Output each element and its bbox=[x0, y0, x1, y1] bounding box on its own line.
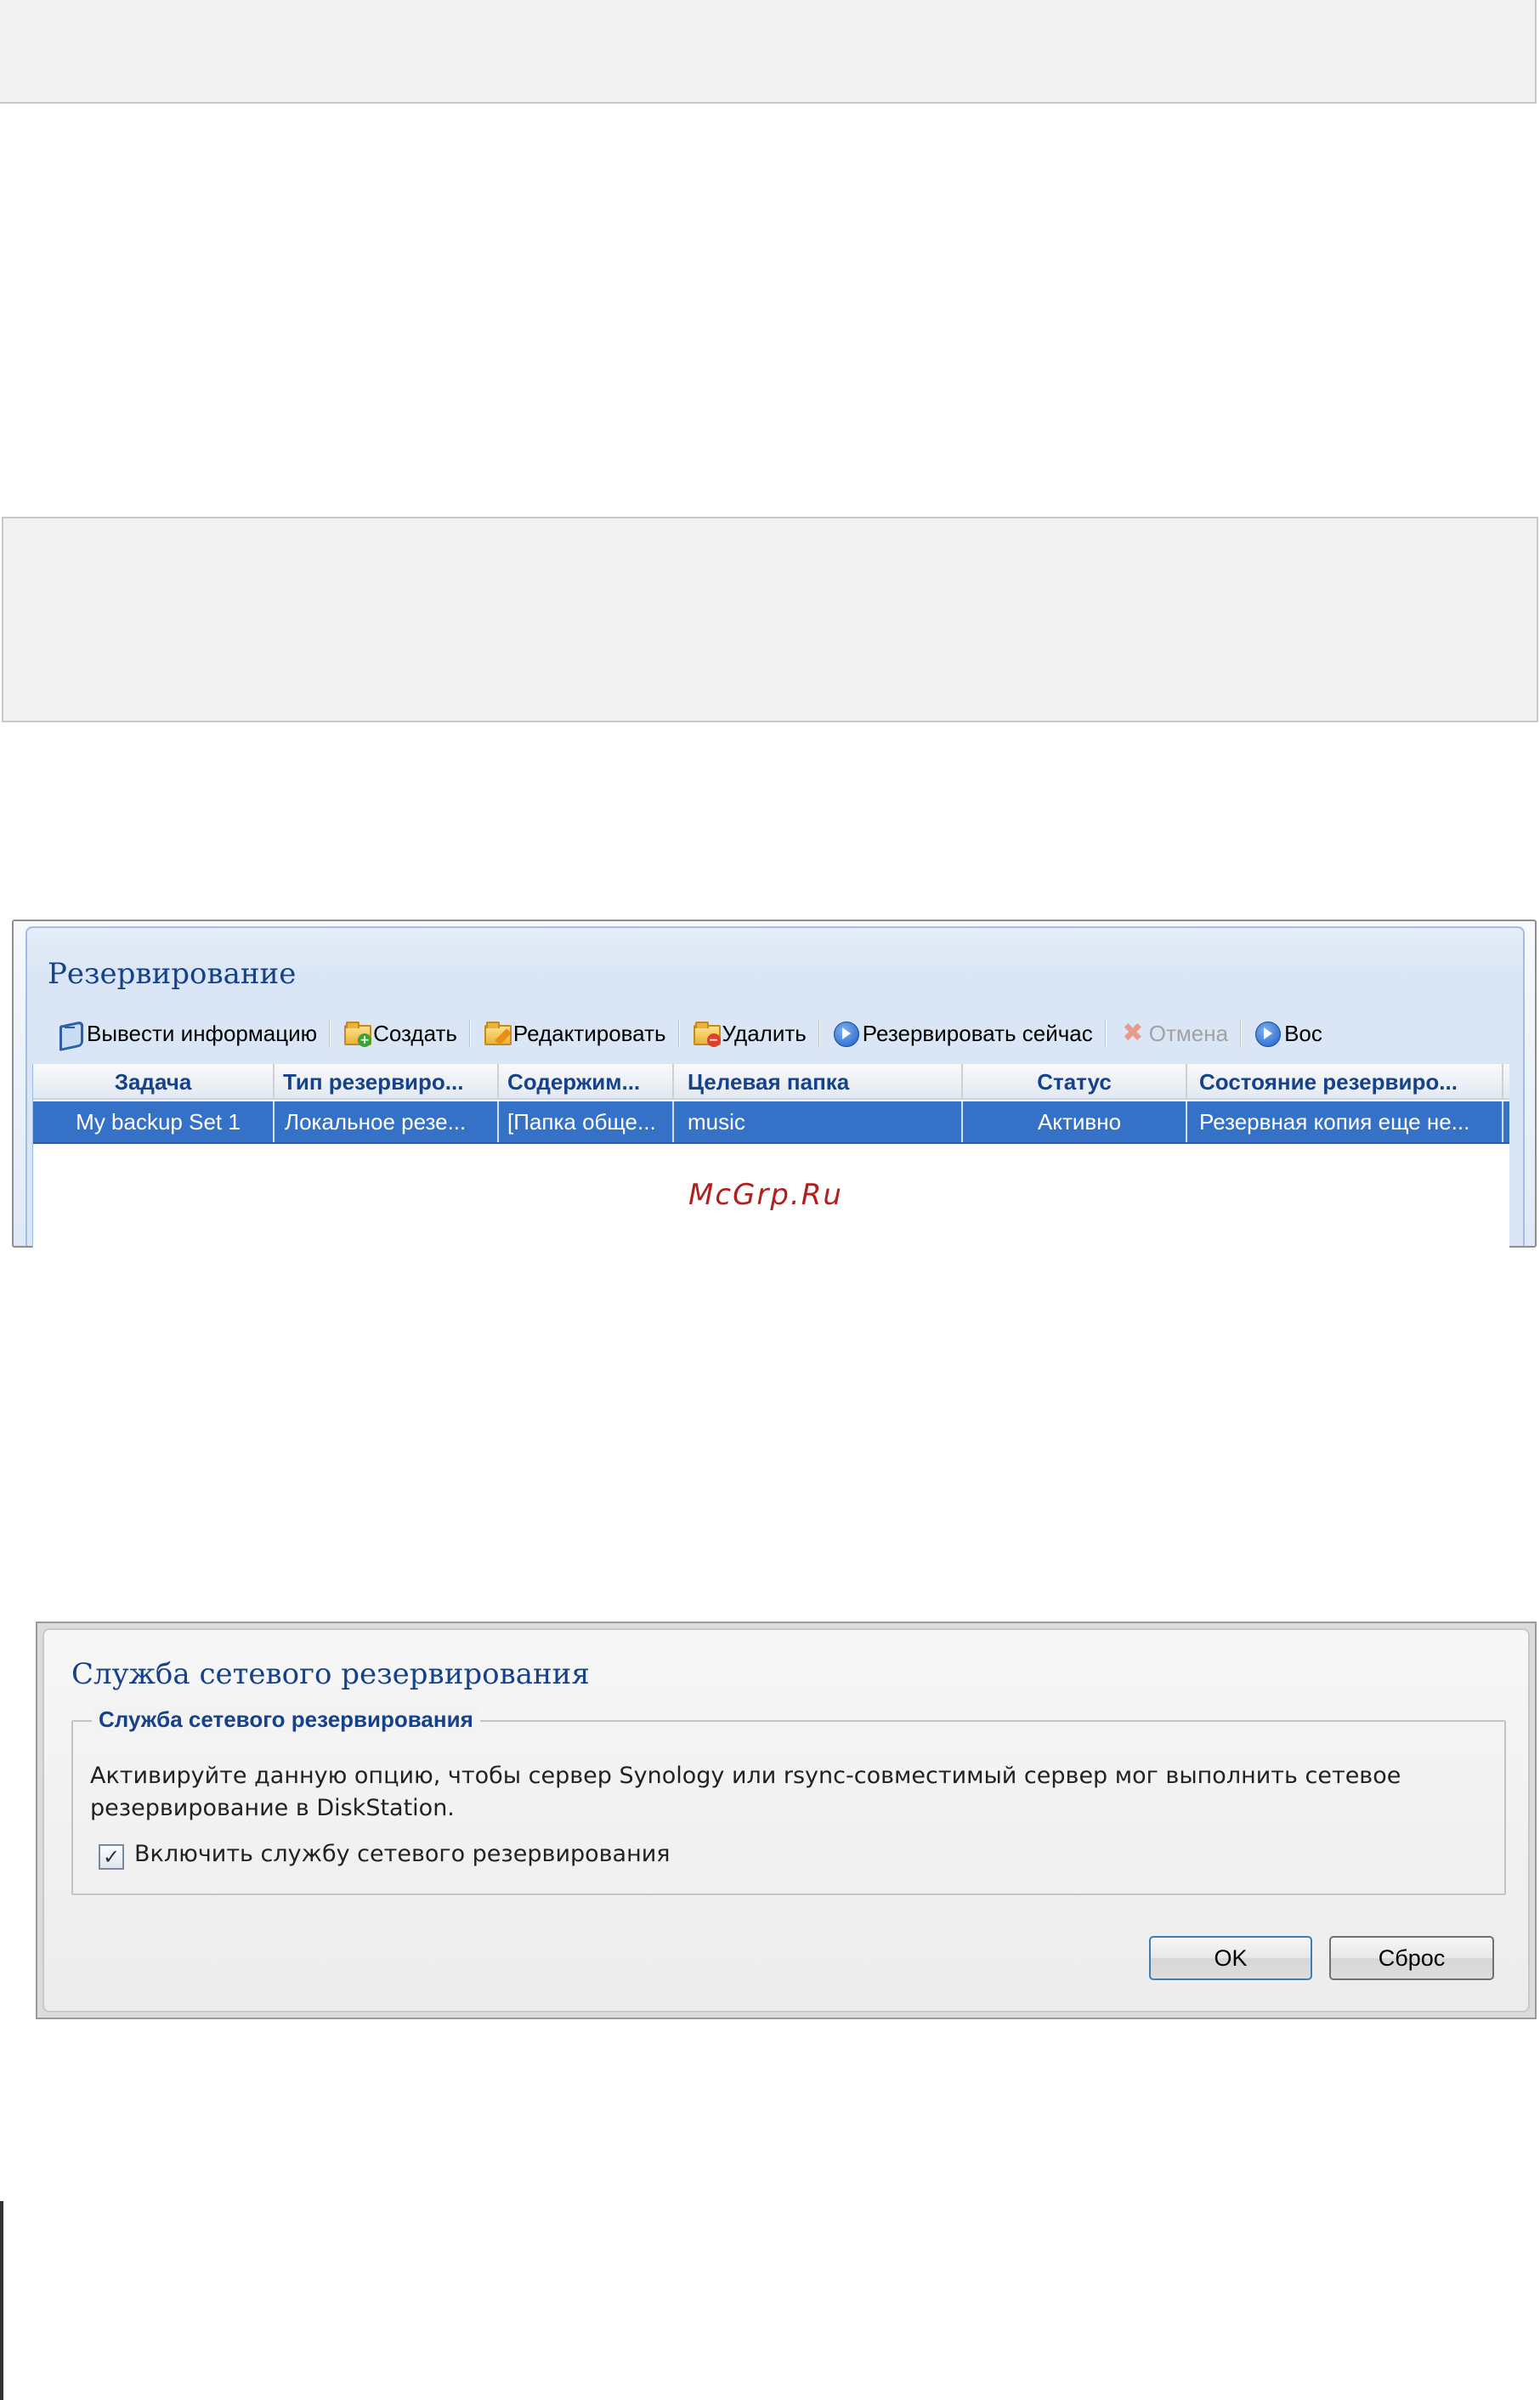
column-header-task[interactable]: Задача bbox=[33, 1064, 275, 1098]
cancel-button[interactable]: ✖ Отмена bbox=[1113, 1015, 1233, 1052]
backup-now-button[interactable]: Резервировать сейчас bbox=[827, 1015, 1098, 1052]
toolbar-separator bbox=[468, 1019, 471, 1048]
restore-button[interactable]: Вос bbox=[1248, 1015, 1328, 1052]
left-margin-rule bbox=[0, 2201, 3, 2400]
delete-folder-icon: − bbox=[692, 1020, 721, 1047]
info-button-label: Вывести информацию bbox=[87, 1020, 318, 1046]
create-button[interactable]: + Создать bbox=[337, 1015, 462, 1052]
column-header-destination[interactable]: Целевая папка bbox=[674, 1064, 963, 1098]
toolbar-separator bbox=[677, 1019, 680, 1048]
group-title: Служба сетевого резервирования bbox=[92, 1707, 480, 1733]
toolbar-separator bbox=[818, 1019, 820, 1048]
cell-task: My backup Set 1 bbox=[33, 1101, 275, 1142]
network-backup-window: Служба сетевого резервирования Служба се… bbox=[36, 1622, 1537, 2019]
network-backup-group: Служба сетевого резервирования Активируй… bbox=[71, 1707, 1506, 1895]
toolbar-separator bbox=[1240, 1019, 1243, 1048]
cell-type: Локальное резе... bbox=[275, 1101, 499, 1142]
info-button[interactable]: Вывести информацию bbox=[51, 1015, 322, 1052]
cancel-button-label: Отмена bbox=[1148, 1020, 1229, 1046]
enable-service-label[interactable]: Включить службу сетевого резервирования bbox=[134, 1841, 671, 1867]
backup-now-button-label: Резервировать сейчас bbox=[862, 1020, 1093, 1046]
description-line-2: резервирование в DiskStation. bbox=[90, 1795, 455, 1821]
network-backup-panel: Служба сетевого резервирования Служба се… bbox=[42, 1628, 1530, 2012]
cell-status: Активно bbox=[963, 1101, 1187, 1142]
delete-button-label: Удалить bbox=[722, 1020, 807, 1046]
edit-folder-icon bbox=[483, 1020, 512, 1047]
column-header-content[interactable]: Содержим... bbox=[499, 1064, 674, 1098]
network-backup-title: Служба сетевого резервирования bbox=[71, 1657, 590, 1691]
description-line-1: Активируйте данную опцию, чтобы сервер S… bbox=[90, 1763, 1401, 1789]
grid-header: Задача Тип резервиро... Содержим... Целе… bbox=[33, 1064, 1509, 1100]
cancel-x-icon: ✖ bbox=[1122, 1018, 1144, 1048]
backup-task-grid: Задача Тип резервиро... Содержим... Целе… bbox=[32, 1064, 1509, 1248]
restore-play-icon bbox=[1254, 1020, 1282, 1047]
watermark: McGrp.Ru bbox=[688, 1178, 843, 1212]
reset-button[interactable]: Сброс bbox=[1329, 1936, 1494, 1980]
delete-button[interactable]: − Удалить bbox=[687, 1015, 812, 1052]
column-header-status[interactable]: Статус bbox=[963, 1064, 1187, 1098]
middle-gray-panel bbox=[2, 517, 1538, 722]
cell-content: [Папка обще... bbox=[499, 1101, 674, 1142]
restore-button-label: Вос bbox=[1284, 1020, 1322, 1046]
backup-toolbar: Вывести информацию + Создать Редактирова… bbox=[51, 1010, 1540, 1057]
create-button-label: Создать bbox=[373, 1020, 457, 1046]
enable-service-checkbox[interactable]: ✓ bbox=[99, 1844, 124, 1870]
toolbar-separator bbox=[1104, 1019, 1107, 1048]
toolbar-separator bbox=[329, 1019, 331, 1048]
cell-destination: music bbox=[674, 1101, 963, 1142]
table-row[interactable]: My backup Set 1 Локальное резе... [Папка… bbox=[33, 1101, 1509, 1144]
edit-button-label: Редактировать bbox=[512, 1020, 666, 1046]
info-book-icon bbox=[56, 1020, 85, 1047]
backup-now-play-icon bbox=[832, 1020, 861, 1047]
column-header-type[interactable]: Тип резервиро... bbox=[275, 1064, 499, 1098]
create-folder-icon: + bbox=[343, 1020, 372, 1047]
ok-button[interactable]: OK bbox=[1149, 1936, 1312, 1980]
edit-button[interactable]: Редактировать bbox=[478, 1015, 671, 1052]
backup-title: Резервирование bbox=[48, 957, 297, 991]
column-header-backup-state[interactable]: Состояние резервиро... bbox=[1187, 1064, 1503, 1098]
cell-backup-state: Резервная копия еще не... bbox=[1187, 1101, 1503, 1142]
top-gray-panel bbox=[0, 0, 1537, 104]
